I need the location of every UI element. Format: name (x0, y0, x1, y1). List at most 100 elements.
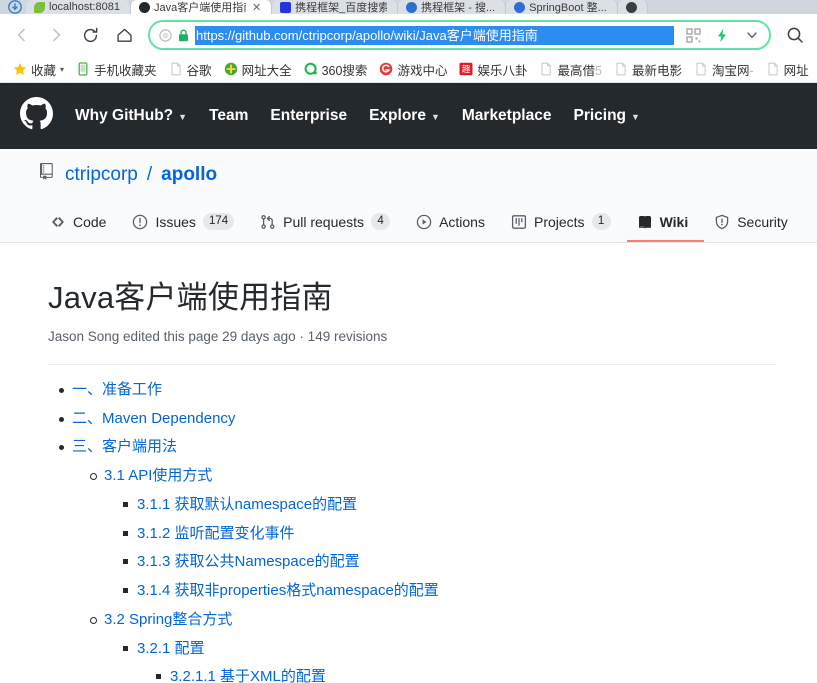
wiki-content: Java客户端使用指南 Jason Song edited this page … (0, 243, 817, 683)
list-item: 3.2.1 配置 3.2.1.1 基于XML的配置 (123, 638, 777, 683)
repo-owner-link[interactable]: ctripcorp (65, 164, 138, 186)
toc-link-maven-dependency[interactable]: 二、Maven Dependency (72, 410, 235, 427)
qr-code-icon[interactable] (686, 27, 701, 43)
play-icon (416, 214, 432, 230)
g-icon (379, 62, 393, 76)
search-icon (787, 27, 803, 43)
tab-label: Issues (155, 213, 196, 230)
tab-favicon-icon (406, 1, 418, 13)
lock-icon[interactable] (178, 29, 189, 42)
breadcrumb-separator: / (146, 163, 153, 185)
bookmark-label: 收藏 (31, 63, 57, 78)
toc-link-preparation[interactable]: 一、准备工作 (72, 381, 162, 398)
github-mark-icon[interactable] (20, 97, 53, 135)
browser-tab[interactable]: 携程框架 - 搜... (398, 0, 507, 14)
bookmark-360-search[interactable]: 360搜索 (298, 58, 374, 81)
search-button[interactable] (779, 19, 811, 51)
toc-link-3-1-4[interactable]: 3.1.4 获取非properties格式namespace的配置 (137, 582, 439, 599)
tab-wiki[interactable]: Wiki (626, 214, 705, 242)
nav-marketplace[interactable]: Marketplace (462, 107, 552, 125)
toc-row: 3.1 API使用方式 (90, 465, 777, 487)
tab-code[interactable]: Code (40, 214, 122, 242)
bookmark-new-movies[interactable]: 最新电影 (608, 58, 688, 81)
toc-link-3-2-spring[interactable]: 3.2 Spring整合方式 (104, 611, 232, 628)
forward-button[interactable] (40, 19, 72, 51)
issue-opened-icon (132, 214, 148, 230)
list-item: 3.1.2 监听配置变化事件 (123, 523, 777, 545)
chevron-down-icon[interactable]: ▾ (60, 65, 64, 74)
page-meta: Jason Song edited this page 29 days ago … (48, 328, 388, 344)
tab-favicon-icon (514, 1, 526, 13)
list-item: 3.1.1 获取默认namespace的配置 (123, 494, 777, 516)
tab-projects[interactable]: Projects 1 (501, 213, 627, 242)
bookmark-google[interactable]: 谷歌 (163, 58, 218, 81)
tab-pull-requests[interactable]: Pull requests 4 (250, 213, 406, 242)
o-icon (304, 62, 318, 76)
toc-link-3-2-1[interactable]: 3.2.1 配置 (137, 640, 205, 657)
tab-issues[interactable]: Issues 174 (122, 213, 250, 242)
toc-link-3-1-1[interactable]: 3.1.1 获取默认namespace的配置 (137, 496, 357, 513)
bookmark-phone-favorites[interactable]: 手机收藏夹 (70, 58, 163, 81)
reload-button[interactable] (74, 19, 106, 51)
bookmark-hao123[interactable]: 网址大全 (218, 58, 298, 81)
toc-sublist: 3.2.1.1 基于XML的配置 (137, 666, 777, 683)
list-item: 一、准备工作 (59, 379, 777, 401)
bookmark-web-directory[interactable]: 网址 (760, 58, 815, 81)
nav-why-github[interactable]: Why GitHub? ▼ (75, 107, 187, 125)
tab-label: Pull requests (283, 213, 365, 230)
browser-tab[interactable]: localhost:8081 (26, 0, 131, 14)
toc-row: 3.2 Spring整合方式 (90, 609, 777, 631)
browser-tab[interactable]: 携程框架_百度搜索 (272, 0, 399, 14)
repo-name-link[interactable]: apollo (161, 164, 217, 186)
browser-tab[interactable]: SpringBoot 整... (506, 0, 618, 14)
tab-label: Projects (533, 213, 585, 230)
browser-tab-strip[interactable]: localhost:8081 Java客户端使用指南 ✕ 携程框架_百度搜索 携… (0, 0, 817, 14)
bookmark-game-center[interactable]: 游戏中心 (373, 58, 453, 81)
toc-row: 3.2.1.1 基于XML的配置 (156, 666, 777, 683)
toc-link-client-usage[interactable]: 三、客户端用法 (72, 438, 177, 455)
list-item: 三、客户端用法 3.1 API使用方式 3.1.1 获取默认namespace的… (59, 436, 777, 683)
nav-enterprise[interactable]: Enterprise (270, 107, 347, 125)
nav-label: Enterprise (270, 107, 348, 124)
nav-explore[interactable]: Explore ▼ (369, 107, 440, 125)
nav-team[interactable]: Team (209, 107, 248, 125)
toc-link-3-1-3[interactable]: 3.1.3 获取公共Namespace的配置 (137, 553, 360, 570)
address-bar[interactable]: https://github.com/ctripcorp/apollo/wiki… (148, 20, 771, 50)
bookmark-label: 360搜索 (321, 63, 368, 78)
toc-link-3-1-2[interactable]: 3.1.2 监听配置变化事件 (137, 525, 295, 542)
bookmark-taobao[interactable]: 淘宝网- (688, 58, 760, 81)
issues-count-badge: 174 (202, 213, 235, 230)
bookmarks-bar[interactable]: 收藏 ▾ 手机收藏夹 谷歌 网址大全 360搜索 游戏中心 趣 娱乐八卦 最高借… (0, 56, 817, 83)
tab-actions[interactable]: Actions (406, 214, 501, 242)
toc-link-3-2-1-1[interactable]: 3.2.1.1 基于XML的配置 (170, 668, 326, 683)
bookmark-label: 手机收藏夹 (94, 63, 157, 78)
back-button[interactable] (6, 19, 38, 51)
bookmark-entertainment[interactable]: 趣 娱乐八卦 (453, 58, 533, 81)
tab-security[interactable]: Security (704, 214, 804, 242)
toolbar-right-actions (779, 19, 811, 51)
bookmark-label-truncated: - (749, 63, 754, 78)
toc-sublist: 3.1.1 获取默认namespace的配置 3.1.2 监听配置变化事件 3.… (104, 494, 777, 602)
tab-close-icon[interactable]: ✕ (252, 1, 261, 14)
chevron-down-icon: ▼ (631, 112, 640, 122)
bookmark-loan[interactable]: 最高借5 (533, 58, 607, 81)
bookmark-label: 娱乐八卦 (477, 63, 528, 78)
toc-row: 3.1.4 获取非properties格式namespace的配置 (123, 580, 777, 602)
page-info-icon[interactable] (159, 28, 172, 42)
lightning-bolt-icon[interactable] (716, 28, 728, 43)
url-text[interactable]: https://github.com/ctripcorp/apollo/wiki… (195, 25, 674, 45)
phone-icon (76, 62, 90, 76)
nav-label: Explore (369, 107, 426, 124)
list-item: 3.1 API使用方式 3.1.1 获取默认namespace的配置 3.1.2… (90, 465, 777, 602)
tab-favicon-icon (138, 1, 150, 13)
chevron-down-icon: ▼ (178, 112, 188, 122)
bookmark-favorites[interactable]: 收藏 ▾ (7, 58, 70, 81)
toc-link-3-1-api-usage[interactable]: 3.1 API使用方式 (104, 467, 212, 484)
home-button[interactable] (108, 19, 140, 51)
chevron-down-icon[interactable] (745, 28, 759, 42)
browser-tab-active[interactable]: Java客户端使用指南 ✕ (130, 0, 273, 14)
browser-logo-icon (4, 0, 26, 14)
nav-pricing[interactable]: Pricing ▼ (573, 107, 639, 125)
browser-toolbar: https://github.com/ctripcorp/apollo/wiki… (0, 14, 817, 56)
browser-tab[interactable] (617, 0, 648, 14)
